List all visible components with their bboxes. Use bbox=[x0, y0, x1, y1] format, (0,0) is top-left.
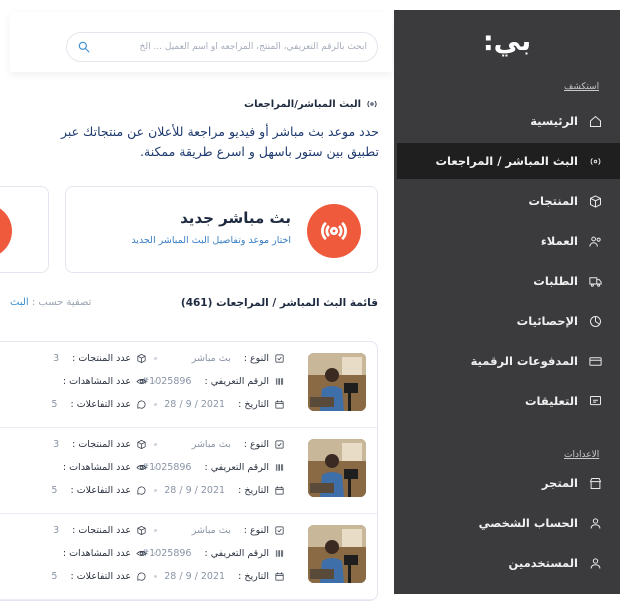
separator-dot bbox=[154, 357, 157, 360]
sidebar-item-products[interactable]: المنتجات bbox=[394, 183, 620, 219]
sidebar-item-label: الطلبات bbox=[533, 274, 578, 288]
sidebar-item-label: المتجر bbox=[541, 476, 578, 490]
separator-dot bbox=[154, 466, 157, 469]
sidebar-item-live[interactable]: البث المباشر / المراجعات bbox=[397, 143, 620, 179]
sidebar-item-label: الحساب الشخصي bbox=[478, 516, 578, 530]
home-icon bbox=[586, 112, 604, 130]
new-review-card[interactable]: ★ bbox=[0, 186, 49, 273]
intro-text: حدد موعد بث مباشر أو فيديو مراجعة للأعلا… bbox=[60, 124, 379, 159]
section-label-explore: استكشف bbox=[564, 82, 600, 92]
broadcast-icon bbox=[586, 152, 604, 170]
sidebar-item-label: المستخدمين bbox=[508, 556, 578, 570]
sidebar-item-users[interactable]: المستخدمين bbox=[394, 545, 620, 581]
star-icon: ★ bbox=[0, 204, 12, 258]
list-title: قائمة البث المباشر / المراجعات (461) bbox=[180, 297, 378, 309]
checkbox-icon bbox=[275, 354, 284, 363]
checkbox-icon bbox=[275, 440, 284, 449]
broadcast-icon bbox=[367, 100, 377, 108]
sidebar-item-label: المدفوعات الرقمية bbox=[470, 354, 578, 368]
calendar-icon bbox=[275, 486, 284, 495]
live-list: النوع : بث مباشر الرقم التعريفي : #10258… bbox=[0, 341, 378, 601]
video-thumbnail[interactable] bbox=[308, 439, 366, 497]
search-input[interactable] bbox=[91, 42, 367, 52]
sidebar: بي: استكشف الرئيسية البث المباشر / المرا… bbox=[394, 10, 620, 594]
sidebar-item-orders[interactable]: الطلبات bbox=[394, 263, 620, 299]
sidebar-item-label: المنتجات bbox=[528, 194, 578, 208]
sidebar-item-label: الرئيسية bbox=[530, 114, 578, 128]
page-title: البث المباشر/المراجعات bbox=[244, 97, 379, 111]
user-icon bbox=[586, 514, 604, 532]
sidebar-item-label: العملاء bbox=[540, 234, 578, 248]
truck-icon bbox=[586, 272, 604, 290]
barcode-icon bbox=[275, 464, 284, 471]
search-icon[interactable] bbox=[77, 40, 91, 54]
box-icon bbox=[137, 439, 146, 450]
page-title-text: البث المباشر/المراجعات bbox=[244, 98, 361, 110]
separator-dot bbox=[154, 529, 157, 532]
table-row[interactable]: النوع : بث مباشر الرقم التعريفي : #10258… bbox=[0, 342, 377, 428]
sidebar-item-profile[interactable]: الحساب الشخصي bbox=[394, 505, 620, 541]
sidebar-item-customers[interactable]: العملاء bbox=[394, 223, 620, 259]
card-icon bbox=[586, 352, 604, 370]
eye-icon bbox=[136, 465, 147, 470]
sidebar-item-label: البث المباشر / المراجعات bbox=[435, 154, 578, 168]
pie-chart-icon bbox=[586, 312, 604, 330]
box-icon bbox=[137, 525, 146, 536]
app-root: بي: استكشف الرئيسية البث المباشر / المرا… bbox=[0, 0, 629, 604]
section-label-settings: الاعدادات bbox=[564, 450, 600, 460]
users-settings-icon bbox=[586, 554, 604, 572]
video-thumbnail[interactable] bbox=[308, 353, 366, 411]
separator-dot bbox=[154, 575, 157, 578]
filter-label: تصفية حسب : bbox=[31, 297, 92, 308]
chat-icon bbox=[137, 400, 146, 409]
separator-dot bbox=[154, 380, 157, 383]
separator-dot bbox=[154, 443, 157, 446]
separator-dot bbox=[154, 552, 157, 555]
barcode-icon bbox=[275, 378, 284, 385]
users-icon bbox=[586, 232, 604, 250]
sidebar-item-home[interactable]: الرئيسية bbox=[394, 103, 620, 139]
sidebar-item-label: الإحصائيات bbox=[516, 314, 578, 328]
comment-icon bbox=[586, 392, 604, 410]
eye-icon bbox=[136, 551, 147, 556]
eye-icon bbox=[136, 379, 147, 384]
new-live-title: بث مباشر جديد bbox=[180, 209, 291, 227]
calendar-icon bbox=[275, 572, 284, 581]
search-box[interactable] bbox=[66, 32, 378, 62]
sidebar-item-statistics[interactable]: الإحصائيات bbox=[394, 303, 620, 339]
separator-dot bbox=[154, 403, 157, 406]
chat-icon bbox=[137, 486, 146, 495]
live-broadcast-icon bbox=[307, 204, 361, 258]
sidebar-item-comments[interactable]: التعليقات bbox=[394, 383, 620, 419]
calendar-icon bbox=[275, 400, 284, 409]
video-thumbnail[interactable] bbox=[308, 525, 366, 583]
sidebar-item-store[interactable]: المتجر bbox=[394, 465, 620, 501]
sidebar-item-label: التعليقات bbox=[525, 394, 578, 408]
sidebar-item-payments[interactable]: المدفوعات الرقمية bbox=[394, 343, 620, 379]
store-icon bbox=[586, 474, 604, 492]
filter-value[interactable]: البث bbox=[10, 297, 29, 308]
checkbox-icon bbox=[275, 526, 284, 535]
top-bar bbox=[10, 12, 392, 72]
new-live-card[interactable]: بث مباشر جديد اختار موعد وتفاصيل البث ال… bbox=[65, 186, 378, 273]
box-icon bbox=[586, 192, 604, 210]
chat-icon bbox=[137, 572, 146, 581]
box-icon bbox=[137, 353, 146, 364]
new-live-subtitle[interactable]: اختار موعد وتفاصيل البث المباشر الجديد bbox=[131, 235, 291, 246]
logo[interactable]: بي: bbox=[394, 26, 620, 57]
barcode-icon bbox=[275, 550, 284, 557]
table-row[interactable]: النوع : بث مباشر الرقم التعريفي : #10258… bbox=[0, 514, 377, 600]
filter-control[interactable]: تصفية حسب : البث bbox=[10, 297, 91, 308]
separator-dot bbox=[154, 489, 157, 492]
table-row[interactable]: النوع : بث مباشر الرقم التعريفي : #10258… bbox=[0, 428, 377, 514]
